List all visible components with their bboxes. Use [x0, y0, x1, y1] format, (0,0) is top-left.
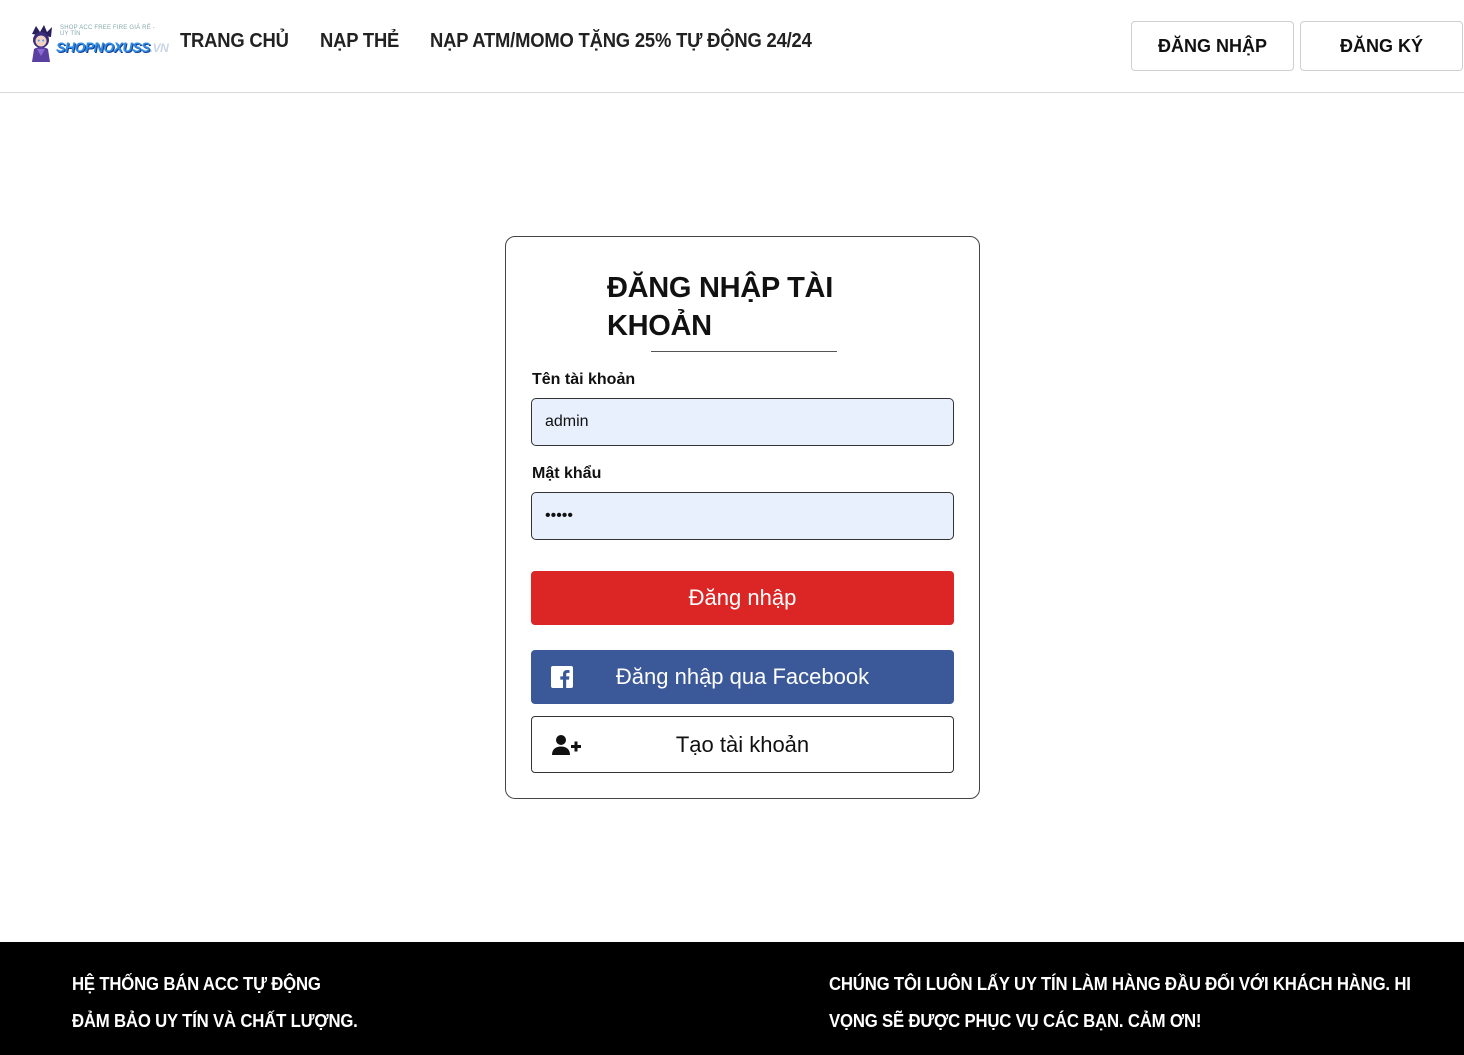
site-header: SHOP ACC FREE FIRE GIÁ RẺ - UY TÍN SHOPN…: [0, 0, 1464, 93]
facebook-login-label: Đăng nhập qua Facebook: [615, 664, 870, 689]
footer-text-line: VỌNG SẼ ĐƯỢC PHỤC VỤ CÁC BẠN. CẢM ƠN!: [829, 1011, 1202, 1031]
logo-tagline: SHOP ACC FREE FIRE GIÁ RẺ - UY TÍN: [60, 25, 155, 37]
logo-character-icon: [32, 25, 52, 62]
login-title: ĐĂNG NHẬP TÀI KHOẢN: [607, 272, 833, 342]
login-submit-button[interactable]: Đăng nhập: [531, 571, 954, 625]
password-label: Mật khẩu: [532, 465, 602, 482]
footer-about: HỆ THỐNG BÁN ACC TỰ ĐỘNG ĐẢM BẢO UY TÍN …: [72, 966, 472, 1040]
nav-home[interactable]: TRANG CHỦ: [180, 30, 289, 53]
shop-logo[interactable]: SHOP ACC FREE FIRE GIÁ RẺ - UY TÍN SHOPN…: [26, 22, 169, 64]
site-footer: HỆ THỐNG BÁN ACC TỰ ĐỘNG ĐẢM BẢO UY TÍN …: [0, 942, 1464, 1055]
nav-topup-card[interactable]: NẠP THẺ: [320, 30, 399, 53]
footer-message: CHÚNG TÔI LUÔN LẤY UY TÍN LÀM HÀNG ĐẦU Đ…: [829, 966, 1429, 1040]
login-card: ĐĂNG NHẬP TÀI KHOẢN Tên tài khoản Mật kh…: [505, 236, 980, 799]
user-plus-icon: [552, 735, 581, 755]
header-login-button[interactable]: ĐĂNG NHẬP: [1131, 21, 1294, 71]
username-label: Tên tài khoản: [532, 371, 636, 388]
footer-text-line: ĐẢM BẢO UY TÍN VÀ CHẤT LƯỢNG.: [72, 1011, 358, 1031]
username-input[interactable]: [531, 398, 954, 446]
main-nav: TRANG CHỦ NẠP THẺ NẠP ATM/MOMO TẶNG 25% …: [180, 30, 885, 53]
create-account-label: Tạo tài khoản: [675, 731, 810, 757]
footer-text-line: CHÚNG TÔI LUÔN LẤY UY TÍN LÀM HÀNG ĐẦU Đ…: [829, 974, 1411, 994]
login-submit-label: Đăng nhập: [688, 585, 797, 610]
create-account-button[interactable]: Tạo tài khoản: [531, 716, 954, 773]
facebook-icon: [551, 666, 573, 688]
header-register-button[interactable]: ĐĂNG KÝ: [1300, 21, 1463, 71]
title-divider: [651, 351, 837, 352]
nav-topup-atm-momo[interactable]: NẠP ATM/MOMO TẶNG 25% TỰ ĐỘNG 24/24: [430, 30, 812, 53]
footer-text-line: HỆ THỐNG BÁN ACC TỰ ĐỘNG: [72, 974, 321, 994]
facebook-login-button[interactable]: Đăng nhập qua Facebook: [531, 650, 954, 704]
logo-text: SHOPNOXUSS.VN: [56, 39, 169, 55]
password-input[interactable]: [531, 492, 954, 540]
